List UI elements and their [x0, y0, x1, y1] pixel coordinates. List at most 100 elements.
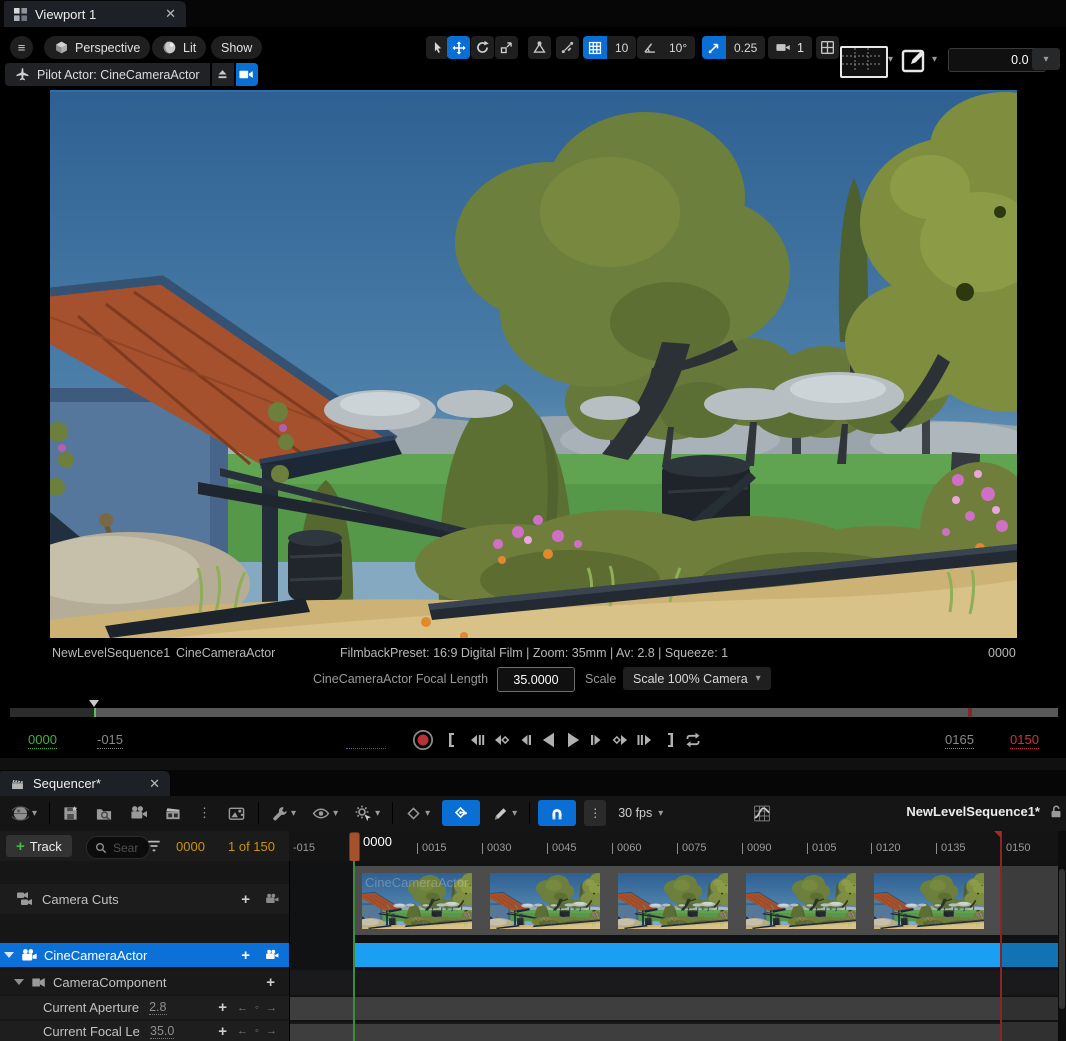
camera-lock-icon[interactable]	[264, 948, 281, 962]
save-button[interactable]	[58, 800, 83, 826]
track-row-current-focal[interactable]: Current Focal Len 35.0 + ← ◦ →	[0, 1021, 289, 1041]
add-camera-cut-button[interactable]: +	[241, 891, 250, 908]
timeline-ruler[interactable]: -015 0015 0030 0045 0060 0075 0090 0105 …	[289, 831, 1058, 861]
edit-options-dropdown[interactable]: ▾	[488, 800, 521, 826]
playback-options-dropdown[interactable]: ▾	[350, 800, 384, 826]
view-options-dropdown[interactable]: ▾	[308, 800, 342, 826]
transport-current-frame[interactable]: 0000	[28, 732, 57, 749]
transport-time-field[interactable]	[346, 747, 386, 749]
jump-to-start-button[interactable]	[443, 731, 463, 749]
transport-end-frame[interactable]: 0150	[1010, 732, 1039, 749]
track-area[interactable]: CineCameraActor	[289, 861, 1066, 1041]
create-camera-button[interactable]	[125, 800, 152, 826]
scale-dropdown[interactable]: Scale 100% Camera ▾	[623, 667, 771, 690]
keyframe-options-dropdown[interactable]: ▾	[401, 800, 434, 826]
current-focal-value[interactable]: 35.0	[150, 1024, 174, 1039]
camera-cut-thumbnail[interactable]	[490, 873, 600, 929]
show-dropdown[interactable]: Show	[211, 36, 262, 59]
transport-loop-end-frame[interactable]: 0165	[945, 732, 974, 749]
cine-camera-track-bar[interactable]	[353, 943, 1001, 967]
panel-splitter[interactable]	[0, 758, 1066, 770]
chevron-down-icon[interactable]: ▾	[932, 54, 937, 65]
filter-icon[interactable]	[146, 839, 162, 853]
vertex-snap-button[interactable]	[556, 36, 579, 59]
play-reverse-button[interactable]	[539, 731, 559, 749]
camera-cut-thumbnail[interactable]	[874, 873, 984, 929]
close-icon[interactable]: ✕	[165, 6, 176, 22]
track-row-cine-camera-actor[interactable]: CineCameraActor +	[0, 943, 289, 967]
angle-snap-group[interactable]: 10°	[637, 36, 695, 59]
render-options-ellipsis[interactable]: ⋮	[194, 800, 215, 826]
loop-playback-button[interactable]	[683, 731, 703, 749]
scale-tool-button[interactable]	[495, 36, 518, 59]
expand-arrow-icon[interactable]	[14, 979, 24, 985]
find-in-content-browser-button[interactable]	[91, 800, 117, 826]
track-row-camera-cuts[interactable]: Camera Cuts +	[0, 884, 289, 914]
add-track-button[interactable]: + Track	[6, 835, 72, 857]
grid-snap-group[interactable]: 10	[583, 36, 636, 59]
tab-viewport[interactable]: Viewport 1 ✕	[4, 1, 186, 27]
camera-cut-thumbnail[interactable]	[746, 873, 856, 929]
sequencer-current-frame[interactable]: 0000	[176, 839, 205, 854]
rotation-dropdown-button[interactable]: ▾	[1032, 48, 1060, 70]
breadcrumb-actor[interactable]: CineCameraActor	[176, 646, 275, 660]
track-row-camera-component[interactable]: CameraComponent +	[0, 970, 289, 994]
tab-sequencer[interactable]: Sequencer* ✕	[0, 771, 170, 796]
stop-piloting-button[interactable]	[212, 63, 234, 86]
vertical-scrollbar[interactable]	[1059, 869, 1065, 1009]
snapping-toggle[interactable]	[538, 800, 576, 826]
scrub-playhead-handle[interactable]	[89, 700, 99, 707]
step-back-button[interactable]	[515, 731, 535, 749]
current-aperture-lane[interactable]	[289, 997, 1058, 1020]
viewport-scene[interactable]	[50, 90, 1017, 638]
add-track-section-button[interactable]: +	[241, 947, 250, 964]
sequencer-playhead[interactable]	[349, 832, 360, 861]
pilot-actor-bar[interactable]: Pilot Actor: CineCameraActor	[5, 63, 210, 86]
camera-component-lane[interactable]	[289, 970, 1058, 995]
viewport-options-button[interactable]: ≡	[10, 36, 33, 59]
fps-dropdown[interactable]: 30 fps ▾	[614, 800, 667, 826]
sequence-name-label[interactable]: NewLevelSequence1*	[905, 804, 1040, 819]
focal-key-nav[interactable]: ← ◦ →	[237, 1025, 279, 1037]
track-row-current-aperture[interactable]: Current Aperture 2.8 + ← ◦ →	[0, 996, 289, 1019]
previous-frame-button[interactable]	[467, 731, 487, 749]
quad-view-button[interactable]	[816, 36, 839, 59]
next-key-button[interactable]	[611, 731, 631, 749]
camera-lock-icon[interactable]	[264, 892, 281, 906]
play-button[interactable]	[563, 731, 583, 749]
viewport-scrub-bar[interactable]	[10, 708, 1058, 717]
snapping-options-ellipsis[interactable]: ⋮	[584, 800, 606, 826]
expand-arrow-icon[interactable]	[4, 952, 14, 958]
camera-cut-thumbnail[interactable]	[618, 873, 728, 929]
close-icon[interactable]: ✕	[149, 776, 160, 792]
step-forward-button[interactable]	[587, 731, 607, 749]
lit-dropdown[interactable]: Lit	[152, 36, 206, 59]
search-input[interactable]	[111, 840, 141, 856]
transport-start-frame[interactable]: -015	[97, 732, 123, 749]
sequencer-search[interactable]	[86, 836, 150, 859]
add-component-track-button[interactable]: +	[266, 974, 275, 991]
auto-key-button[interactable]	[442, 800, 480, 826]
rotate-tool-button[interactable]	[471, 36, 494, 59]
edit-view-button[interactable]	[900, 46, 928, 74]
next-frame-button[interactable]	[635, 731, 655, 749]
perspective-dropdown[interactable]: Perspective	[44, 36, 150, 59]
pilot-camera-toggle[interactable]	[236, 63, 258, 86]
move-tool-button[interactable]	[447, 36, 470, 59]
current-aperture-value[interactable]: 2.8	[149, 1000, 166, 1015]
actor-sequence-button[interactable]	[223, 800, 250, 826]
camera-speed-group[interactable]: 1	[768, 36, 812, 59]
screen-percentage-button[interactable]	[840, 46, 888, 78]
jump-to-end-button[interactable]	[659, 731, 679, 749]
chevron-down-icon[interactable]: ▾	[888, 54, 893, 65]
focal-length-input[interactable]	[497, 667, 575, 692]
scrub-playhead-line[interactable]	[94, 708, 96, 717]
curve-editor-button[interactable]	[748, 800, 776, 826]
render-movie-button[interactable]	[160, 800, 186, 826]
current-focal-lane[interactable]	[289, 1022, 1058, 1041]
add-aperture-key-button[interactable]: +	[218, 999, 227, 1016]
previous-key-button[interactable]	[491, 731, 511, 749]
sequencer-settings-dropdown[interactable]: ▾	[267, 800, 300, 826]
add-focal-key-button[interactable]: +	[218, 1023, 227, 1040]
breadcrumb-sequence[interactable]: NewLevelSequence1	[52, 646, 170, 660]
